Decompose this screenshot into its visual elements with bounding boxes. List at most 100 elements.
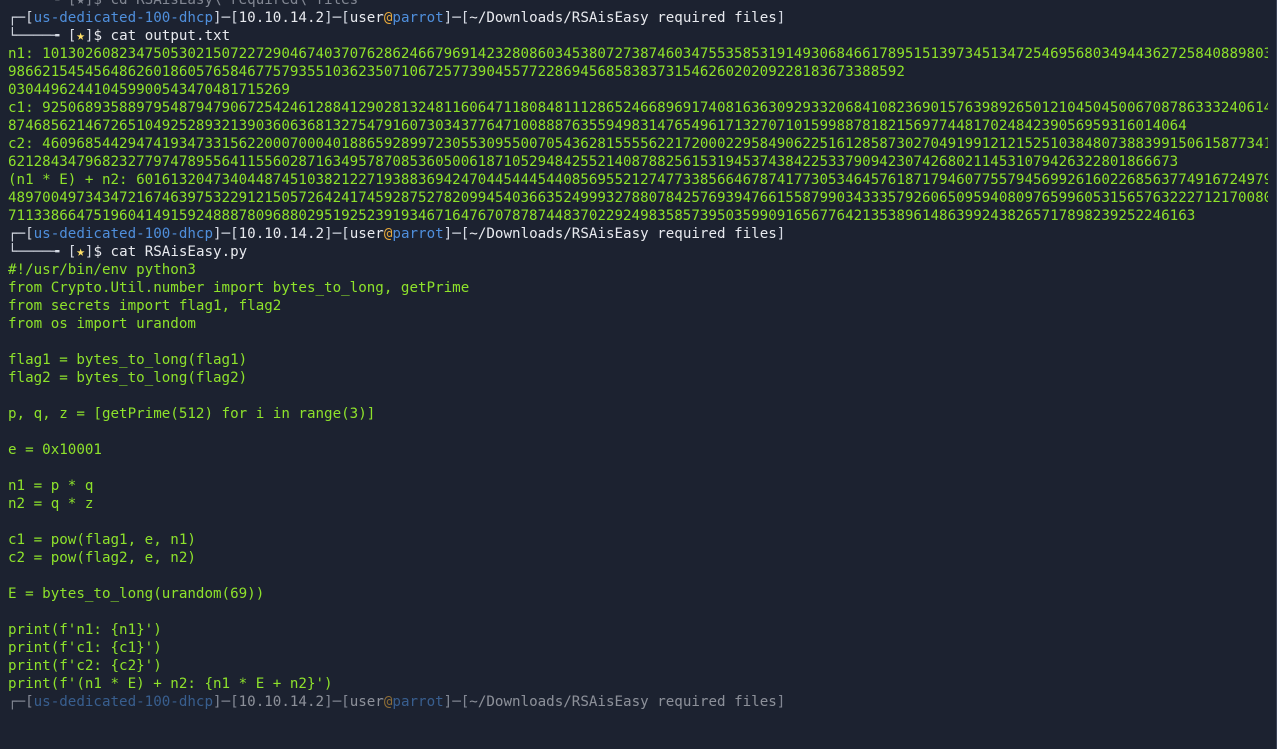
prompt-frame: ┌─ bbox=[8, 694, 26, 710]
output-line: c1: 925068935889795487947906725424612884… bbox=[8, 99, 1268, 117]
code-text: n1 = p * q bbox=[8, 478, 94, 494]
code-text: flag2 = bytes_to_long(flag2) bbox=[8, 370, 248, 386]
prompt-host: us-dedicated-100-dhcp bbox=[33, 10, 214, 26]
code-line: n2 = q * z bbox=[8, 495, 1268, 513]
code-line: n1 = p * q bbox=[8, 477, 1268, 495]
output-text: 7113386647519604149159248887809688029519… bbox=[8, 208, 1196, 224]
output-line: (n1 * E) + n2: 6016132047340448745103821… bbox=[8, 171, 1268, 189]
code-line: print(f'n1: {n1}') bbox=[8, 621, 1268, 639]
code-line: print(f'(n1 * E) + n2: {n1 * E + n2}') bbox=[8, 675, 1268, 693]
output-line: n1: 101302608234750530215072272904674037… bbox=[8, 45, 1268, 63]
prompt-hostname: parrot bbox=[392, 226, 444, 242]
prompt-path: ~/Downloads/RSAisEasy required files bbox=[469, 694, 777, 710]
prompt-ip: 10.10.14.2 bbox=[238, 10, 325, 26]
prompt-bracket: ]─[ bbox=[213, 226, 239, 242]
prompt-bracket: ]─[ bbox=[324, 226, 350, 242]
terminal-window[interactable]: └────╼ [★]$ cd RSAisEasy\ required\ file… bbox=[0, 0, 1277, 749]
prompt-bracket: [ bbox=[25, 226, 34, 242]
prompt-bracket: ]─[ bbox=[443, 694, 470, 710]
command-text: cat output.txt bbox=[110, 28, 231, 44]
prompt-host: us-dedicated-100-dhcp bbox=[33, 226, 214, 242]
output-text: c2: 460968544294741934733156220007000401… bbox=[8, 136, 1268, 152]
prompt-header-3: ┌─[us-dedicated-100-dhcp]─[10.10.14.2]─[… bbox=[8, 693, 1268, 711]
output-text: 6212843479682327797478955641155602871634… bbox=[8, 154, 1179, 170]
terminal-buffer: └────╼ [★]$ cd RSAisEasy\ required\ file… bbox=[8, 0, 1268, 711]
code-text: p, q, z = [getPrime(512) for i in range(… bbox=[8, 406, 376, 422]
prompt-frame: ┌─ bbox=[8, 226, 26, 242]
code-text: print(f'(n1 * E) + n2: {n1 * E + n2}') bbox=[8, 676, 333, 692]
output-text: 9866215454564862601860576584677579355103… bbox=[8, 64, 905, 80]
prompt-bracket: ] bbox=[776, 10, 786, 26]
prompt-bracket: ]─[ bbox=[443, 226, 470, 242]
output-line: c2: 460968544294741934733156220007000401… bbox=[8, 135, 1268, 153]
prompt-bracket: ]─[ bbox=[213, 10, 239, 26]
prompt-user: user bbox=[349, 226, 384, 242]
prompt-dollar: $ bbox=[93, 28, 111, 44]
code-text: #!/usr/bin/env python3 bbox=[8, 262, 196, 278]
cut-prompt-line: └────╼ [★]$ cd RSAisEasy\ required\ file… bbox=[8, 0, 1268, 9]
prompt-header-1: ┌─[us-dedicated-100-dhcp]─[10.10.14.2]─[… bbox=[8, 9, 1268, 27]
code-text: print(f'n1: {n1}') bbox=[8, 622, 162, 638]
prompt-hostname: parrot bbox=[392, 694, 444, 710]
code-text: E = bytes_to_long(urandom(69)) bbox=[8, 586, 265, 602]
prompt-command-2: └────╼ [★]$ cat RSAisEasy.py bbox=[8, 243, 1268, 261]
prompt-bracket: ]─[ bbox=[324, 10, 350, 26]
prompt-hostname: parrot bbox=[392, 10, 444, 26]
code-line: from os import urandom bbox=[8, 315, 1268, 333]
code-line: print(f'c2: {c2}') bbox=[8, 657, 1268, 675]
prompt-bracket: ] bbox=[776, 226, 786, 242]
prompt-host: us-dedicated-100-dhcp bbox=[33, 694, 214, 710]
output-line: 9866215454564862601860576584677579355103… bbox=[8, 63, 1268, 81]
code-text: from Crypto.Util.number import bytes_to_… bbox=[8, 280, 470, 296]
code-line: c2 = pow(flag2, e, n2) bbox=[8, 549, 1268, 567]
prompt-user: user bbox=[349, 694, 384, 710]
code-line: from Crypto.Util.number import bytes_to_… bbox=[8, 279, 1268, 297]
code-text: from secrets import flag1, flag2 bbox=[8, 298, 282, 314]
output-text: n1: 101302608234750530215072272904674037… bbox=[8, 46, 1268, 62]
code-line: e = 0x10001 bbox=[8, 441, 1268, 459]
output-line: 6212843479682327797478955641155602871634… bbox=[8, 153, 1268, 171]
output-line: 8746856214672651049252893213903606368132… bbox=[8, 117, 1268, 135]
prompt-path: ~/Downloads/RSAisEasy required files bbox=[469, 10, 777, 26]
prompt-dollar: $ bbox=[93, 244, 111, 260]
prompt-frame: ┌─ bbox=[8, 10, 26, 26]
output-line: 030449624410459900543470481715269 bbox=[8, 81, 1268, 99]
prompt-user: user bbox=[349, 10, 384, 26]
code-line: from secrets import flag1, flag2 bbox=[8, 297, 1268, 315]
prompt-header-2: ┌─[us-dedicated-100-dhcp]─[10.10.14.2]─[… bbox=[8, 225, 1268, 243]
output-text: 4897004973434721674639753229121505726424… bbox=[8, 190, 1268, 206]
code-text: c2 = pow(flag2, e, n2) bbox=[8, 550, 196, 566]
prompt-bracket: ]─[ bbox=[213, 694, 239, 710]
code-line: flag1 = bytes_to_long(flag1) bbox=[8, 351, 1268, 369]
code-text: e = 0x10001 bbox=[8, 442, 102, 458]
command-text: cat RSAisEasy.py bbox=[110, 244, 248, 260]
prompt-bracket: ]─[ bbox=[324, 694, 350, 710]
code-line: #!/usr/bin/env python3 bbox=[8, 261, 1268, 279]
prompt-frame: └────╼ bbox=[8, 28, 68, 44]
output-text: 030449624410459900543470481715269 bbox=[8, 82, 290, 98]
prompt-frame: └────╼ bbox=[8, 244, 68, 260]
code-line: flag2 = bytes_to_long(flag2) bbox=[8, 369, 1268, 387]
code-line: print(f'c1: {c1}') bbox=[8, 639, 1268, 657]
code-text: flag1 = bytes_to_long(flag1) bbox=[8, 352, 248, 368]
output-text: c1: 925068935889795487947906725424612884… bbox=[8, 100, 1268, 116]
prompt-command-1: └────╼ [★]$ cat output.txt bbox=[8, 27, 1268, 45]
output-line: 4897004973434721674639753229121505726424… bbox=[8, 189, 1268, 207]
prompt-bracket: ] bbox=[776, 694, 786, 710]
prompt-ip: 10.10.14.2 bbox=[238, 694, 325, 710]
code-line: c1 = pow(flag1, e, n1) bbox=[8, 531, 1268, 549]
code-line: p, q, z = [getPrime(512) for i in range(… bbox=[8, 405, 1268, 423]
prompt-path: ~/Downloads/RSAisEasy required files bbox=[469, 226, 777, 242]
prompt-ip: 10.10.14.2 bbox=[238, 226, 325, 242]
output-text: 8746856214672651049252893213903606368132… bbox=[8, 118, 1187, 134]
code-text: c1 = pow(flag1, e, n1) bbox=[8, 532, 196, 548]
code-line: E = bytes_to_long(urandom(69)) bbox=[8, 585, 1268, 603]
code-text: from os import urandom bbox=[8, 316, 196, 332]
output-text: (n1 * E) + n2: 6016132047340448745103821… bbox=[8, 172, 1268, 188]
